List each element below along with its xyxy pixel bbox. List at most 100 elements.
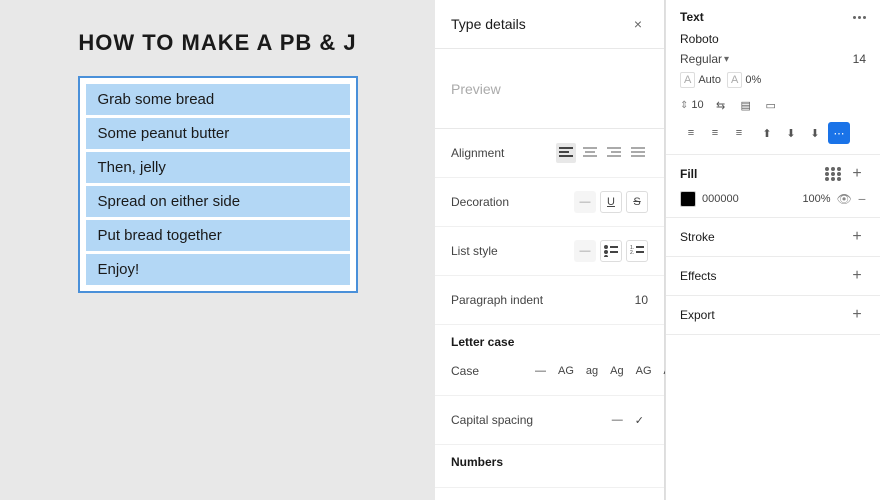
line-height-icon: ⇕ [680,100,688,111]
case-none-btn[interactable]: — [531,363,550,379]
case-capitalize-btn[interactable]: Ag [606,363,627,379]
font-name-label: Roboto [680,32,719,46]
decoration-section: Decoration — U S [435,178,664,227]
capital-spacing-label: Capital spacing [451,413,533,427]
case-row: Case — AG ag Ag AG AG [451,357,648,385]
text-align-center-icon[interactable]: ≡ [704,122,726,144]
text-align-left-icon[interactable]: ≡ [680,122,702,144]
list-bullet-btn[interactable] [600,240,622,262]
valign-middle-icon[interactable]: ⬇ [780,122,802,144]
capital-spacing-section: Capital spacing — ✓ [435,396,664,445]
effects-section: Effects + [666,257,880,296]
list-style-label: List style [451,244,531,258]
text-section-header: Text [680,10,866,24]
auto-A-icon: A [680,72,695,88]
fill-color-swatch[interactable] [680,191,696,207]
text-align-row: ≡ ≡ ≡ ⬆ ⬇ ⬇ ⋯ [680,122,866,144]
font-size-value: 14 [853,52,866,66]
text-section-title: Text [680,10,704,24]
decoration-controls: — U S [574,191,648,213]
font-style-chevron[interactable]: ▾ [724,54,729,65]
valign-top-icon[interactable]: ⬆ [756,122,778,144]
capital-spacing-dash-btn[interactable]: — [608,412,627,428]
decoration-label: Decoration [451,195,531,209]
case-label: Case [451,364,531,378]
list-box: Grab some breadSome peanut butterThen, j… [78,76,358,293]
valign-active-icon[interactable]: ⋯ [828,122,850,144]
text-section: Text Roboto Regular ▾ 14 A Auto [666,0,880,155]
auto-row: A Auto A 0% [680,72,866,88]
list-item[interactable]: Put bread together [86,220,350,251]
alignment-label: Alignment [451,146,531,160]
list-item[interactable]: Some peanut butter [86,118,350,149]
letter-case-title: Letter case [451,335,648,349]
fill-color-hex: 000000 [702,193,739,205]
stroke-section: Stroke + [666,218,880,257]
alignment-controls [556,143,648,163]
list-number-btn[interactable]: 1.2. [626,240,648,262]
paragraph-indent-section: Paragraph indent 10 [435,276,664,325]
text-align-right-icon[interactable]: ≡ [728,122,750,144]
list-item[interactable]: Spread on either side [86,186,350,217]
effects-title: Effects [680,269,716,283]
decoration-strikethrough-btn[interactable]: S [626,191,648,213]
capital-spacing-row: Capital spacing — ✓ [451,406,648,434]
alignment-section: Alignment [435,129,664,178]
capital-spacing-controls: — ✓ [608,412,648,429]
align-justify-icon[interactable] [628,143,648,163]
paragraph-indent-value: 10 [635,293,648,307]
preview-area: Preview [435,49,664,129]
list-item[interactable]: Then, jelly [86,152,350,183]
fill-grid-icon[interactable] [825,167,842,181]
font-style-row: Regular ▾ 14 [680,52,866,66]
stroke-add-btn[interactable]: + [848,228,866,246]
line-height-row: ⇕ 10 ⇆ ▤ ▭ [680,94,866,116]
align-center-icon[interactable] [580,143,600,163]
auto-label: Auto [698,74,721,86]
fill-opacity: 100% [802,193,830,205]
text-overflow-icon[interactable]: ▤ [735,94,757,116]
case-uppercase-btn[interactable]: AG [554,363,578,379]
paragraph-indent-label: Paragraph indent [451,293,543,307]
list-item[interactable]: Grab some bread [86,84,350,115]
close-button[interactable]: × [628,14,648,34]
font-name-row: Roboto [680,32,866,46]
preview-label: Preview [451,81,501,97]
type-panel-title: Type details [451,16,526,32]
fill-remove-btn[interactable]: − [858,191,866,207]
list-item[interactable]: Enjoy! [86,254,350,285]
stroke-title: Stroke [680,230,715,244]
text-more-icon[interactable] [853,16,866,19]
export-title: Export [680,308,715,322]
text-wrap-icon[interactable]: ⇆ [710,94,732,116]
list-style-section: List style — 1.2. [435,227,664,276]
font-style-label: Regular ▾ [680,52,729,66]
numbers-section: Numbers [435,445,664,488]
align-right-icon[interactable] [604,143,624,163]
export-section: Export + [666,296,880,335]
fill-add-btn[interactable]: + [848,165,866,183]
canvas-title: HOW TO MAKE A PB & J [78,30,356,56]
list-none-btn[interactable]: — [574,240,596,262]
alignment-row: Alignment [451,139,648,167]
case-smallcaps-btn[interactable]: AG [632,363,656,379]
valign-bottom-icon[interactable]: ⬇ [804,122,826,144]
list-style-controls: — 1.2. [574,240,648,262]
decoration-none-btn[interactable]: — [574,191,596,213]
tracking-A-icon: A [727,72,742,88]
decoration-row: Decoration — U S [451,188,648,216]
capital-spacing-check-btn[interactable]: ✓ [631,412,648,429]
line-height-value: 10 [691,99,703,111]
type-panel: Type details × Preview Alignment [435,0,665,500]
props-panel: Text Roboto Regular ▾ 14 A Auto [665,0,880,500]
effects-add-btn[interactable]: + [848,267,866,285]
decoration-underline-btn[interactable]: U [600,191,622,213]
text-clip-icon[interactable]: ▭ [760,94,782,116]
percent-label: 0% [745,74,761,86]
export-add-btn[interactable]: + [848,306,866,324]
type-panel-header: Type details × [435,0,664,49]
case-lowercase-btn[interactable]: ag [582,363,602,379]
list-style-row: List style — 1.2. [451,237,648,265]
align-left-icon[interactable] [556,143,576,163]
fill-visibility-icon[interactable]: 👁 [837,192,852,206]
